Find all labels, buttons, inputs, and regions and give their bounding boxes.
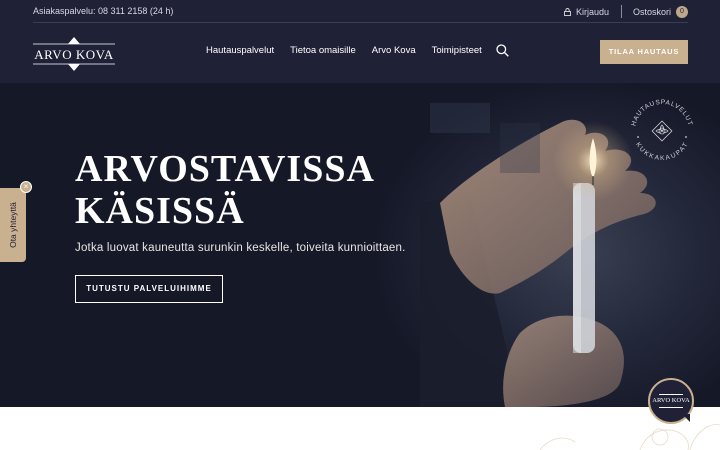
nav-item-toimipisteet[interactable]: Toimipisteet (432, 45, 482, 56)
main-nav: Hautauspalvelut Tietoa omaisille Arvo Ko… (206, 45, 498, 56)
hero-title: ARVOSTAVISSA KÄSISSÄ (75, 148, 375, 232)
close-icon[interactable]: × (20, 181, 32, 193)
main-header: ARVO KOVA Hautauspalvelut Tietoa omaisil… (0, 23, 720, 83)
nav-item-arvo-kova[interactable]: Arvo Kova (372, 45, 416, 56)
hero-title-line-1: ARVOSTAVISSA (75, 148, 375, 190)
nav-item-tietoa-omaisille[interactable]: Tietoa omaisille (290, 45, 356, 56)
top-bar-actions: Kirjaudu Ostoskori 0 (564, 5, 688, 18)
hero-title-line-2: KÄSISSÄ (75, 190, 245, 232)
hero-section: ARVOSTAVISSA KÄSISSÄ Jotka luovat kauneu… (0, 83, 720, 407)
chat-widget-line (659, 407, 683, 408)
cart-link[interactable]: Ostoskori (633, 7, 671, 17)
badge-top-text: HAUTAUSPALVELUT (630, 99, 692, 127)
lock-icon (564, 7, 571, 16)
badge-bottom-text: KUKKAKAUPAT (634, 141, 689, 162)
explore-services-button[interactable]: TUTUSTU PALVELUIHIMME (75, 275, 223, 303)
logo[interactable]: ARVO KOVA (33, 35, 115, 73)
chat-widget-label: ARVO KOVA (652, 397, 690, 404)
chat-widget-line (659, 394, 683, 395)
svg-text:KUKKAKAUPAT: KUKKAKAUPAT (634, 141, 690, 162)
flower-emblem-icon (651, 120, 673, 142)
search-icon[interactable] (496, 44, 509, 57)
hero-subtitle: Jotka luovat kauneutta surunkin keskelle… (75, 242, 406, 254)
login-link[interactable]: Kirjaudu (576, 7, 609, 17)
contact-side-tab[interactable]: Ota yhteyttä (0, 188, 26, 262)
order-funeral-button[interactable]: TILAA HAUTAUS (600, 40, 688, 64)
divider (620, 5, 622, 18)
top-bar: Asiakaspalvelu: 08 311 2158 (24 h) Kirja… (0, 0, 720, 23)
cart-count-badge[interactable]: 0 (676, 5, 688, 18)
customer-service-phone[interactable]: Asiakaspalvelu: 08 311 2158 (24 h) (33, 6, 173, 16)
svg-text:HAUTAUSPALVELUT: HAUTAUSPALVELUT (630, 99, 693, 127)
services-badge: HAUTAUSPALVELUT KUKKAKAUPAT (627, 96, 697, 166)
contact-tab-label: Ota yhteyttä (8, 202, 18, 248)
chat-bubble-tail (682, 414, 690, 422)
logo-text: ARVO KOVA (34, 47, 114, 62)
nav-item-hautauspalvelut[interactable]: Hautauspalvelut (206, 45, 274, 56)
